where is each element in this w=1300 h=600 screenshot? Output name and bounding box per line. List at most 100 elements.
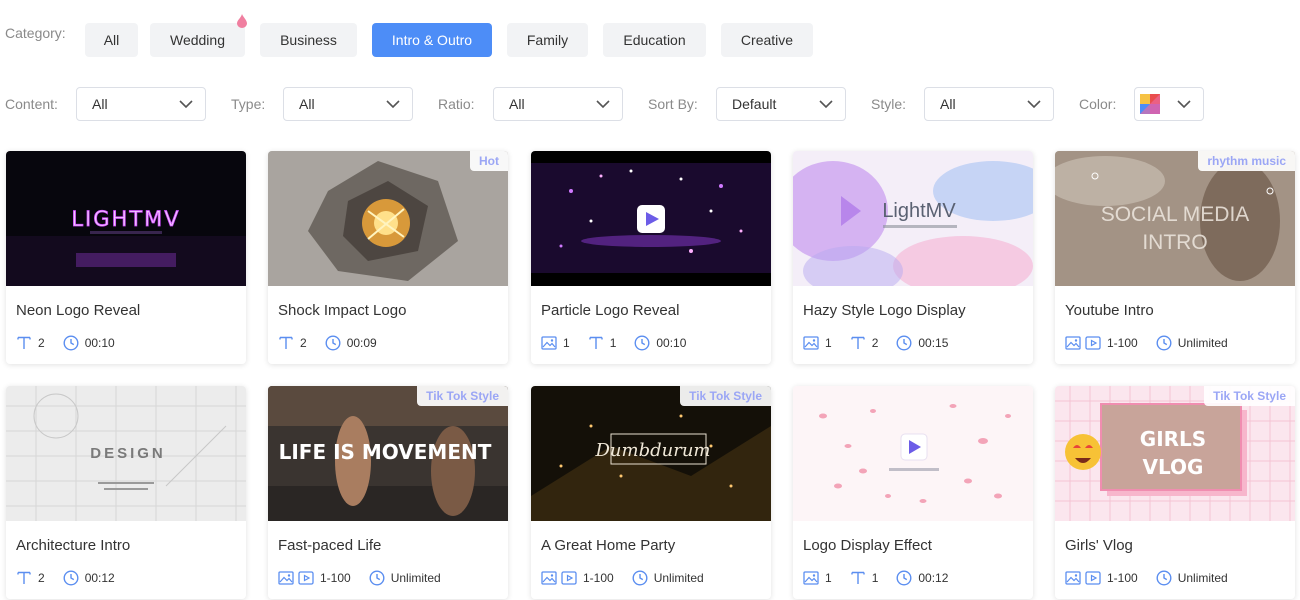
- template-thumbnail[interactable]: Dumbdurum: [531, 386, 771, 521]
- chevron-down-icon: [596, 100, 610, 109]
- thumbnail-overlay-text-2: VLOG: [1143, 455, 1204, 479]
- clock-icon: [369, 570, 385, 586]
- type-label: Type:: [231, 96, 266, 112]
- thumbnail-overlay-text: DESIGN: [90, 445, 166, 462]
- ratio-label: Ratio:: [438, 96, 475, 112]
- style-select[interactable]: All: [924, 87, 1054, 121]
- template-card-architecture-intro[interactable]: DESIGN Architecture Intro 2 00:12: [6, 386, 246, 599]
- category-business[interactable]: Business: [260, 23, 357, 57]
- duration: Unlimited: [390, 571, 441, 585]
- template-title[interactable]: Logo Display Effect: [803, 537, 932, 554]
- template-meta: 2 00:09: [278, 335, 395, 351]
- image-icon: [803, 335, 819, 351]
- template-title[interactable]: Particle Logo Reveal: [541, 302, 679, 319]
- type-select[interactable]: All: [283, 87, 413, 121]
- duration: 00:10: [84, 336, 115, 350]
- template-card-shock-impact-logo[interactable]: Hot Shock Impact Logo 2 00:09: [268, 151, 508, 364]
- template-card-logo-display-effect[interactable]: Logo Display Effect 1 1 00:12: [793, 386, 1033, 599]
- text-icon: [16, 335, 32, 351]
- text-icon: [850, 335, 866, 351]
- video-icon: [1085, 335, 1101, 351]
- template-meta: 1 1 00:12: [803, 570, 966, 586]
- color-select[interactable]: [1134, 87, 1204, 121]
- template-card-hazy-style-logo-display[interactable]: LightMV Hazy Style Logo Display 1 2 00:1…: [793, 151, 1033, 364]
- ratio-select-value: All: [509, 96, 525, 112]
- template-thumbnail[interactable]: GIRLS VLOG: [1055, 386, 1295, 521]
- text-count: 1: [871, 571, 879, 585]
- clock-icon: [1156, 335, 1172, 351]
- color-palette-icon: [1140, 94, 1160, 114]
- template-title[interactable]: Neon Logo Reveal: [16, 302, 140, 319]
- template-card-particle-logo-reveal[interactable]: Particle Logo Reveal 1 1 00:10: [531, 151, 771, 364]
- video-icon: [1085, 570, 1101, 586]
- style-label: Style:: [871, 96, 907, 112]
- template-title[interactable]: Shock Impact Logo: [278, 302, 406, 319]
- duration: 00:09: [346, 336, 377, 350]
- duration: 00:12: [84, 571, 115, 585]
- chevron-down-icon: [386, 100, 400, 109]
- clock-icon: [63, 570, 79, 586]
- template-thumbnail[interactable]: [268, 151, 508, 286]
- content-select[interactable]: All: [76, 87, 206, 121]
- category-label: Category:: [5, 25, 66, 41]
- template-title[interactable]: Youtube Intro: [1065, 302, 1154, 319]
- text-count: 2: [300, 336, 307, 350]
- thumbnail-overlay-text: GIRLS: [1140, 427, 1206, 451]
- category-wedding[interactable]: Wedding: [150, 23, 245, 57]
- template-card-girls-vlog[interactable]: GIRLS VLOG Tik Tok Style Girls' Vlog 1-1…: [1055, 386, 1295, 599]
- chevron-down-icon: [1177, 100, 1191, 109]
- sort-select-value: Default: [732, 96, 777, 112]
- image-icon: [278, 570, 294, 586]
- template-tag: Tik Tok Style: [680, 386, 771, 406]
- image-count: 1: [563, 336, 570, 350]
- image-icon: [541, 570, 557, 586]
- thumbnail-overlay-text: SOCIAL MEDIA: [1101, 203, 1250, 226]
- text-count: 1: [609, 336, 617, 350]
- ratio-select[interactable]: All: [493, 87, 623, 121]
- video-icon: [298, 570, 314, 586]
- category-creative[interactable]: Creative: [721, 23, 813, 57]
- template-title[interactable]: A Great Home Party: [541, 537, 675, 554]
- template-meta: 1-100 Unlimited: [278, 570, 459, 586]
- clock-icon: [896, 570, 912, 586]
- category-intro-outro[interactable]: Intro & Outro: [372, 23, 492, 57]
- text-icon: [278, 335, 294, 351]
- category-family[interactable]: Family: [507, 23, 588, 57]
- image-count: 1: [825, 571, 832, 585]
- clock-icon: [63, 335, 79, 351]
- category-all[interactable]: All: [85, 23, 138, 57]
- template-thumbnail[interactable]: DESIGN: [6, 386, 246, 521]
- template-meta: 1-100 Unlimited: [1065, 335, 1246, 351]
- text-icon: [16, 570, 32, 586]
- category-education[interactable]: Education: [603, 23, 706, 57]
- template-card-fast-paced-life[interactable]: LIFE IS MOVEMENT Tik Tok Style Fast-pace…: [268, 386, 508, 599]
- image-icon: [1065, 570, 1081, 586]
- template-card-youtube-intro[interactable]: SOCIAL MEDIA INTRO rhythm music Youtube …: [1055, 151, 1295, 364]
- chevron-down-icon: [819, 100, 833, 109]
- template-thumbnail[interactable]: SOCIAL MEDIA INTRO: [1055, 151, 1295, 286]
- image-icon: [541, 335, 557, 351]
- template-tag: Tik Tok Style: [1204, 386, 1295, 406]
- content-label: Content:: [5, 96, 58, 112]
- template-tag: Hot: [470, 151, 508, 171]
- duration: Unlimited: [1177, 336, 1228, 350]
- clock-icon: [1156, 570, 1172, 586]
- content-select-value: All: [92, 96, 108, 112]
- clock-icon: [634, 335, 650, 351]
- template-thumbnail[interactable]: LightMV: [793, 151, 1033, 286]
- chevron-down-icon: [1027, 100, 1041, 109]
- template-meta: 1-100 Unlimited: [1065, 570, 1246, 586]
- template-thumbnail[interactable]: LIGHTMV: [6, 151, 246, 286]
- template-card-neon-logo-reveal[interactable]: LIGHTMV Neon Logo Reveal 2 00:10: [6, 151, 246, 364]
- template-meta: 2 00:12: [16, 570, 133, 586]
- template-title[interactable]: Hazy Style Logo Display: [803, 302, 966, 319]
- template-title[interactable]: Architecture Intro: [16, 537, 130, 554]
- template-thumbnail[interactable]: [793, 386, 1033, 521]
- template-title[interactable]: Girls' Vlog: [1065, 537, 1133, 554]
- sort-select[interactable]: Default: [716, 87, 846, 121]
- template-title[interactable]: Fast-paced Life: [278, 537, 381, 554]
- template-card-a-great-home-party[interactable]: Dumbdurum Tik Tok Style A Great Home Par…: [531, 386, 771, 599]
- video-icon: [561, 570, 577, 586]
- template-thumbnail[interactable]: [531, 151, 771, 286]
- template-thumbnail[interactable]: LIFE IS MOVEMENT: [268, 386, 508, 521]
